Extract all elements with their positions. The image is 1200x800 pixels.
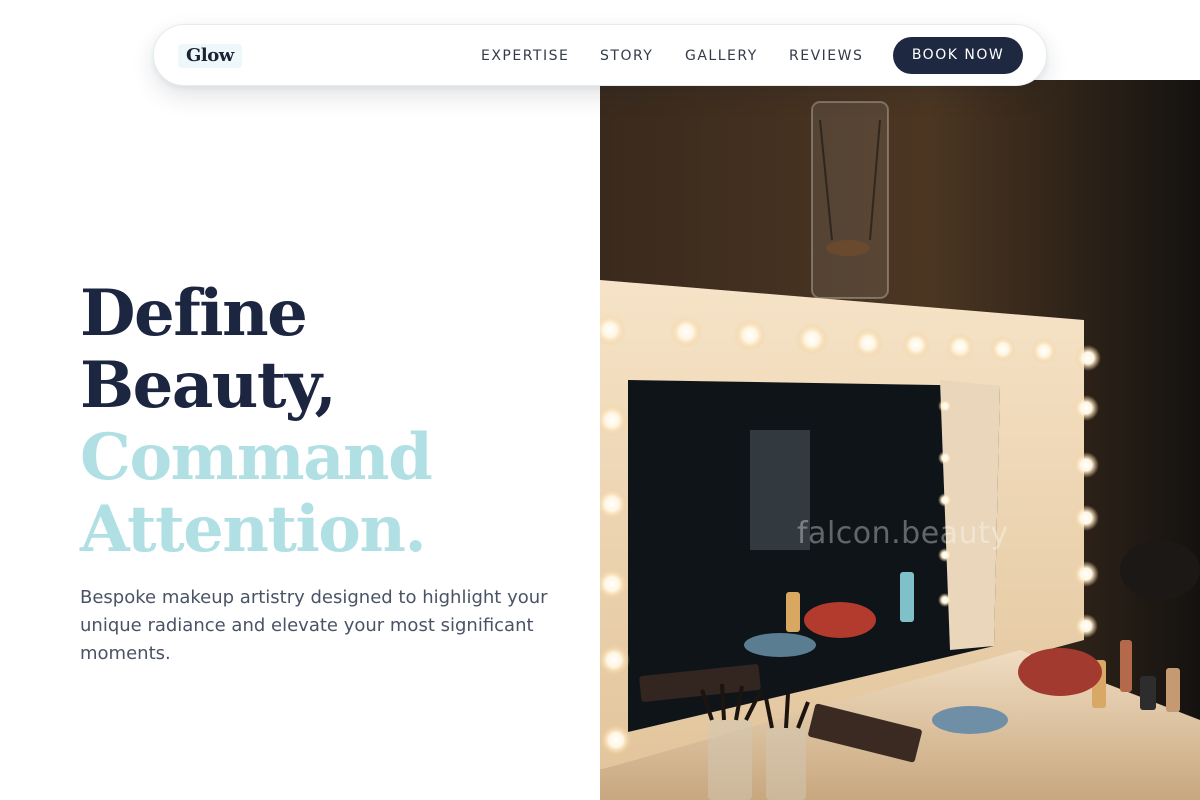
hero-title-line-2: Beauty,	[80, 348, 337, 423]
logo[interactable]: Glow	[178, 44, 242, 68]
hero-subtitle: Bespoke makeup artistry designed to high…	[80, 587, 548, 664]
hero-title-line-1: Define	[80, 276, 308, 351]
nav-link-story[interactable]: STORY	[600, 47, 653, 65]
photo-watermark: falcon.beauty	[797, 516, 1009, 551]
nav-link-reviews[interactable]: REVIEWS	[789, 47, 863, 65]
vanity-mirror-illustration	[600, 80, 1200, 800]
hero-title-line-3: Command	[80, 420, 433, 495]
hero-title-line-4: Attention.	[80, 492, 427, 567]
book-now-button[interactable]: BOOK NOW	[893, 37, 1023, 74]
nav-link-gallery[interactable]: GALLERY	[685, 47, 758, 65]
hero-title: Define Beauty, Command Attention.	[80, 278, 580, 566]
hero-photo: falcon.beauty	[600, 80, 1200, 800]
nav-link-expertise[interactable]: EXPERTISE	[481, 47, 569, 65]
top-nav: Glow EXPERTISE STORY GALLERY REVIEWS BOO…	[153, 24, 1047, 86]
